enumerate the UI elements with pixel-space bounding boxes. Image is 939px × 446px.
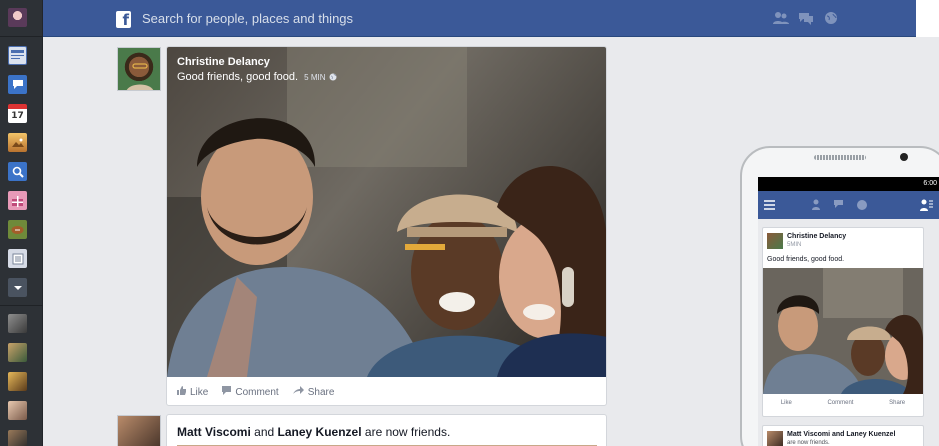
post-photo[interactable]	[763, 268, 923, 394]
sidebar-divider	[0, 305, 43, 306]
friend-avatar[interactable]	[8, 430, 27, 446]
phone-friendship-card: Matt Viscomi and Laney Kuenzel are now f…	[762, 425, 924, 446]
like-label: Like	[190, 387, 209, 398]
photo-post-card: Christine Delancy Good friends, good foo…	[166, 46, 607, 406]
notifications-globe-icon[interactable]	[823, 11, 839, 25]
share-arrow-icon	[292, 386, 304, 394]
author-avatar[interactable]	[767, 233, 783, 249]
post-message: Good friends, good food. 5 MIN	[177, 71, 337, 83]
audience-globe-icon[interactable]	[329, 73, 337, 81]
photos-icon[interactable]	[8, 133, 27, 152]
friend-name-link[interactable]: Laney Kuenzel	[278, 425, 362, 439]
facebook-logo-icon[interactable]: f	[116, 11, 131, 28]
comment-icon	[222, 386, 232, 395]
notifications-globe-icon[interactable]	[856, 199, 868, 211]
friend-avatar[interactable]	[767, 431, 783, 446]
story-suffix-text: are now friends.	[364, 425, 451, 439]
share-label: Share	[307, 387, 335, 398]
post-timestamp[interactable]: 5MIN	[787, 242, 801, 248]
post-timestamp[interactable]: 5 MIN	[304, 73, 325, 82]
contacts-icon[interactable]	[920, 199, 933, 211]
games-icon[interactable]	[8, 220, 27, 239]
phone-status-bar: 6:00	[758, 177, 939, 191]
messages-icon[interactable]	[8, 75, 27, 94]
friend-avatar[interactable]	[117, 415, 161, 446]
share-button[interactable]: Share	[889, 400, 905, 406]
share-button[interactable]: Share	[292, 386, 335, 398]
friendship-story-text: Matt Viscomi and Laney Kuenzel are now f…	[177, 425, 450, 439]
phone-camera	[900, 153, 908, 161]
friend-avatar[interactable]	[8, 314, 27, 333]
friend-avatar[interactable]	[8, 372, 27, 391]
post-author-name[interactable]: Christine Delancy	[787, 233, 846, 240]
profile-avatar[interactable]	[8, 8, 27, 27]
post-action-bar: Like Comment Share	[177, 386, 334, 398]
phone-screen: 6:00 Christine Delancy 5MIN Good friends…	[758, 177, 939, 446]
friend-avatar[interactable]	[8, 401, 27, 420]
author-avatar[interactable]	[117, 47, 161, 91]
phone-nav-bar	[758, 191, 939, 219]
notes-icon[interactable]	[8, 249, 27, 268]
like-button[interactable]: Like	[177, 386, 208, 398]
post-message-text: Good friends, good food.	[177, 71, 299, 83]
search-input[interactable]: Search for people, places and things	[142, 11, 353, 26]
messages-icon[interactable]	[798, 11, 814, 25]
more-dropdown-icon[interactable]	[8, 278, 27, 297]
left-sidebar: 17	[0, 0, 43, 446]
comment-label: Comment	[235, 387, 279, 398]
like-button[interactable]: Like	[781, 400, 792, 406]
phone-mockup: 6:00 Christine Delancy 5MIN Good friends…	[740, 146, 939, 446]
story-suffix-text: are now friends.	[787, 440, 830, 446]
friendship-story-card: Matt Viscomi and Laney Kuenzel are now f…	[166, 414, 607, 446]
top-navigation-bar: f Search for people, places and things	[43, 0, 916, 37]
messages-icon[interactable]	[834, 199, 846, 210]
friendship-story-text[interactable]: Matt Viscomi and Laney Kuenzel	[787, 431, 895, 438]
events-calendar-icon[interactable]: 17	[8, 104, 27, 123]
post-message: Good friends, good food.	[767, 256, 845, 263]
connector-text: and	[254, 425, 275, 439]
comment-button[interactable]: Comment	[827, 400, 853, 406]
post-author-name[interactable]: Christine Delancy	[177, 56, 270, 68]
thumbs-up-icon	[177, 386, 186, 395]
window-edge	[916, 0, 939, 37]
gifts-icon[interactable]	[8, 191, 27, 210]
friend-requests-icon[interactable]	[773, 11, 789, 25]
phone-action-bar: Like Comment Share	[763, 400, 923, 406]
friend-requests-icon[interactable]	[812, 199, 824, 210]
menu-icon[interactable]	[764, 200, 775, 210]
comment-button[interactable]: Comment	[222, 386, 279, 398]
friend-avatar[interactable]	[8, 343, 27, 362]
status-time: 6:00	[923, 180, 937, 187]
phone-post-card: Christine Delancy 5MIN Good friends, goo…	[762, 227, 924, 417]
news-feed-icon[interactable]	[8, 46, 27, 65]
sidebar-divider	[0, 36, 43, 37]
phone-speaker	[814, 155, 866, 160]
search-icon[interactable]	[8, 162, 27, 181]
post-photo[interactable]	[167, 47, 607, 377]
friend-name-link[interactable]: Matt Viscomi	[177, 425, 251, 439]
